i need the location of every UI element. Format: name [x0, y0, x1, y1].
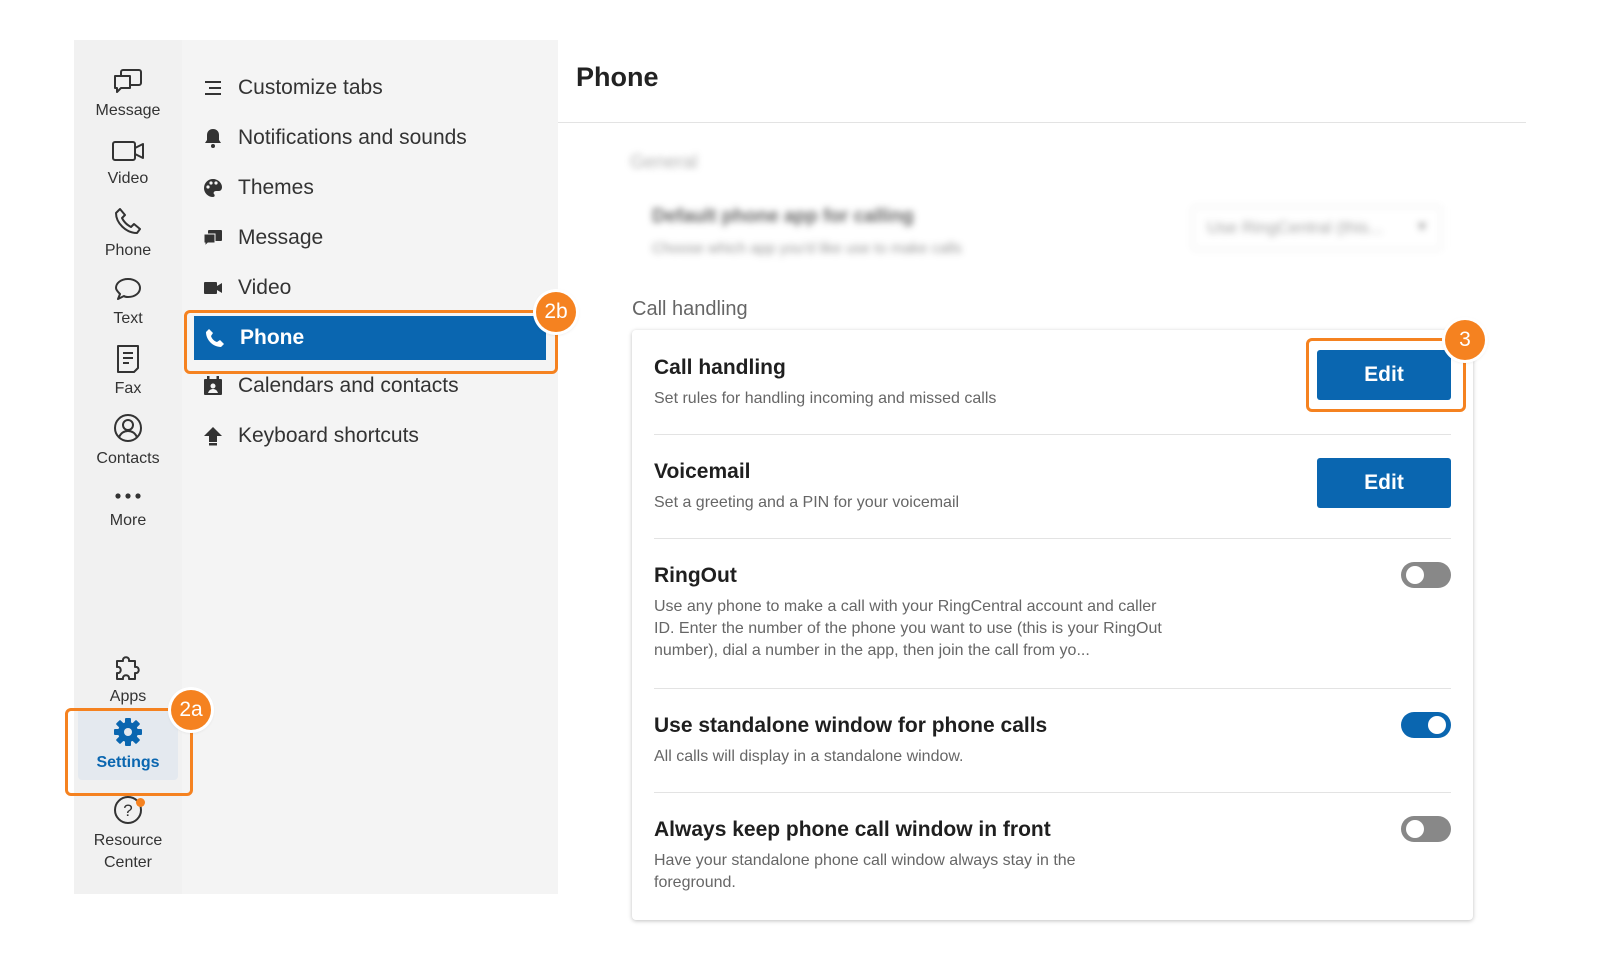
rail-item-message[interactable]: Message [74, 68, 182, 122]
nav-item-label: Calendars and contacts [238, 374, 459, 397]
rail-item-resource-center[interactable]: ? Resource Center [74, 794, 182, 874]
rail-item-label: Resource [93, 832, 163, 849]
rail-item-label: Contacts [96, 450, 160, 467]
rail-item-label: Center [103, 854, 153, 871]
setting-row-standalone-window: Use standalone window for phone calls Al… [654, 688, 1451, 793]
phone-nav-highlight [184, 310, 558, 374]
general-setting-title: Default phone app for calling [652, 206, 914, 227]
nav-item-label: Video [238, 276, 292, 299]
rail-item-label: Video [107, 170, 149, 187]
message-icon [114, 69, 142, 93]
rail-item-fax[interactable]: Fax [74, 344, 182, 400]
svg-text:?: ? [123, 801, 132, 820]
title-divider [558, 122, 1526, 123]
chevron-down-icon: ▼ [1415, 218, 1429, 234]
notification-dot [136, 798, 145, 807]
setting-desc: Use any phone to make a call with your R… [654, 598, 1162, 659]
nav-item-label: Message [238, 226, 324, 249]
toggle-knob [1428, 716, 1446, 734]
toggle-knob [1406, 566, 1424, 584]
keyboard-shortcut-icon [204, 427, 222, 446]
setting-row-voicemail: Voicemail Set a greeting and a PIN for y… [654, 434, 1451, 539]
rail-item-contacts[interactable]: Contacts [74, 412, 182, 470]
rail-item-apps[interactable]: Apps [74, 652, 182, 708]
setting-desc: Have your standalone phone call window a… [654, 852, 1076, 891]
nav-item-label: Themes [238, 176, 314, 199]
nav-item-notifications[interactable]: Notifications and sounds [200, 118, 540, 158]
call-handling-section-label: Call handling [632, 298, 748, 320]
callout-badge-2a: 2a [171, 690, 211, 730]
setting-desc: Set rules for handling incoming and miss… [654, 390, 997, 407]
rail-item-label: Message [95, 102, 161, 119]
setting-title: Call handling [654, 356, 786, 379]
select-value: Use RingCentral (this... [1207, 218, 1383, 237]
setting-title: Voicemail [654, 460, 751, 483]
rail-item-label: More [109, 512, 147, 529]
toggle-knob [1406, 820, 1424, 838]
contacts-icon [114, 414, 142, 442]
video-icon [112, 141, 144, 161]
ringout-toggle[interactable] [1401, 562, 1451, 588]
fax-icon [117, 345, 139, 373]
nav-item-label: Customize tabs [238, 76, 383, 99]
rail-item-label: Text [113, 310, 143, 327]
video-camera-icon [204, 282, 222, 294]
general-section-label: General [630, 152, 698, 173]
general-setting-desc: Choose which app you'd like use to make … [652, 240, 962, 257]
rail-item-phone[interactable]: Phone [74, 206, 182, 262]
setting-row-keep-in-front: Always keep phone call window in front H… [654, 792, 1451, 920]
bell-icon [205, 129, 221, 148]
setting-row-ringout: RingOut Use any phone to make a call wit… [654, 538, 1451, 689]
rail-item-label: Fax [114, 380, 142, 397]
nav-item-video[interactable]: Video [200, 268, 540, 308]
keep-in-front-toggle[interactable] [1401, 816, 1451, 842]
standalone-window-toggle[interactable] [1401, 712, 1451, 738]
setting-desc: All calls will display in a standalone w… [654, 748, 964, 765]
edit-button-highlight [1306, 338, 1466, 412]
voicemail-edit-button[interactable]: Edit [1317, 458, 1451, 508]
rail-item-video[interactable]: Video [74, 138, 182, 190]
rail-item-more[interactable]: More [74, 486, 182, 532]
nav-item-customize-tabs[interactable]: Customize tabs [200, 68, 540, 108]
settings-nav: Customize tabs Notifications and sounds … [182, 40, 558, 894]
nav-item-message[interactable]: Message [200, 218, 540, 258]
general-card: Default phone app for calling Choose whi… [632, 182, 1446, 282]
customize-tabs-icon [205, 81, 221, 95]
nav-item-label: Keyboard shortcuts [238, 424, 419, 447]
rail-item-label: Phone [104, 242, 152, 259]
app-window: Message Video Phone Text Fax Contacts Mo… [0, 0, 1600, 980]
callout-badge-2b: 2b [536, 292, 576, 332]
phone-icon [115, 208, 141, 234]
message-icon [203, 230, 222, 248]
nav-item-label: Notifications and sounds [238, 126, 467, 149]
default-phone-app-select[interactable]: Use RingCentral (this... ▼ [1192, 206, 1442, 250]
rail-item-label: Apps [109, 688, 147, 705]
page-title: Phone [576, 62, 659, 92]
setting-desc: Set a greeting and a PIN for your voicem… [654, 494, 960, 511]
setting-title: Always keep phone call window in front [654, 818, 1051, 841]
calendar-contacts-icon [204, 376, 222, 395]
nav-item-keyboard-shortcuts[interactable]: Keyboard shortcuts [200, 416, 540, 456]
puzzle-icon [116, 656, 140, 680]
callout-badge-3: 3 [1445, 320, 1485, 360]
call-handling-card: Call handling Set rules for handling inc… [632, 330, 1473, 920]
nav-item-themes[interactable]: Themes [200, 168, 540, 208]
palette-icon [204, 179, 222, 197]
setting-title: Use standalone window for phone calls [654, 714, 1048, 737]
more-dots-icon [115, 493, 141, 499]
setting-title: RingOut [654, 564, 737, 587]
text-bubble-icon [115, 278, 141, 300]
rail-item-text[interactable]: Text [74, 276, 182, 330]
